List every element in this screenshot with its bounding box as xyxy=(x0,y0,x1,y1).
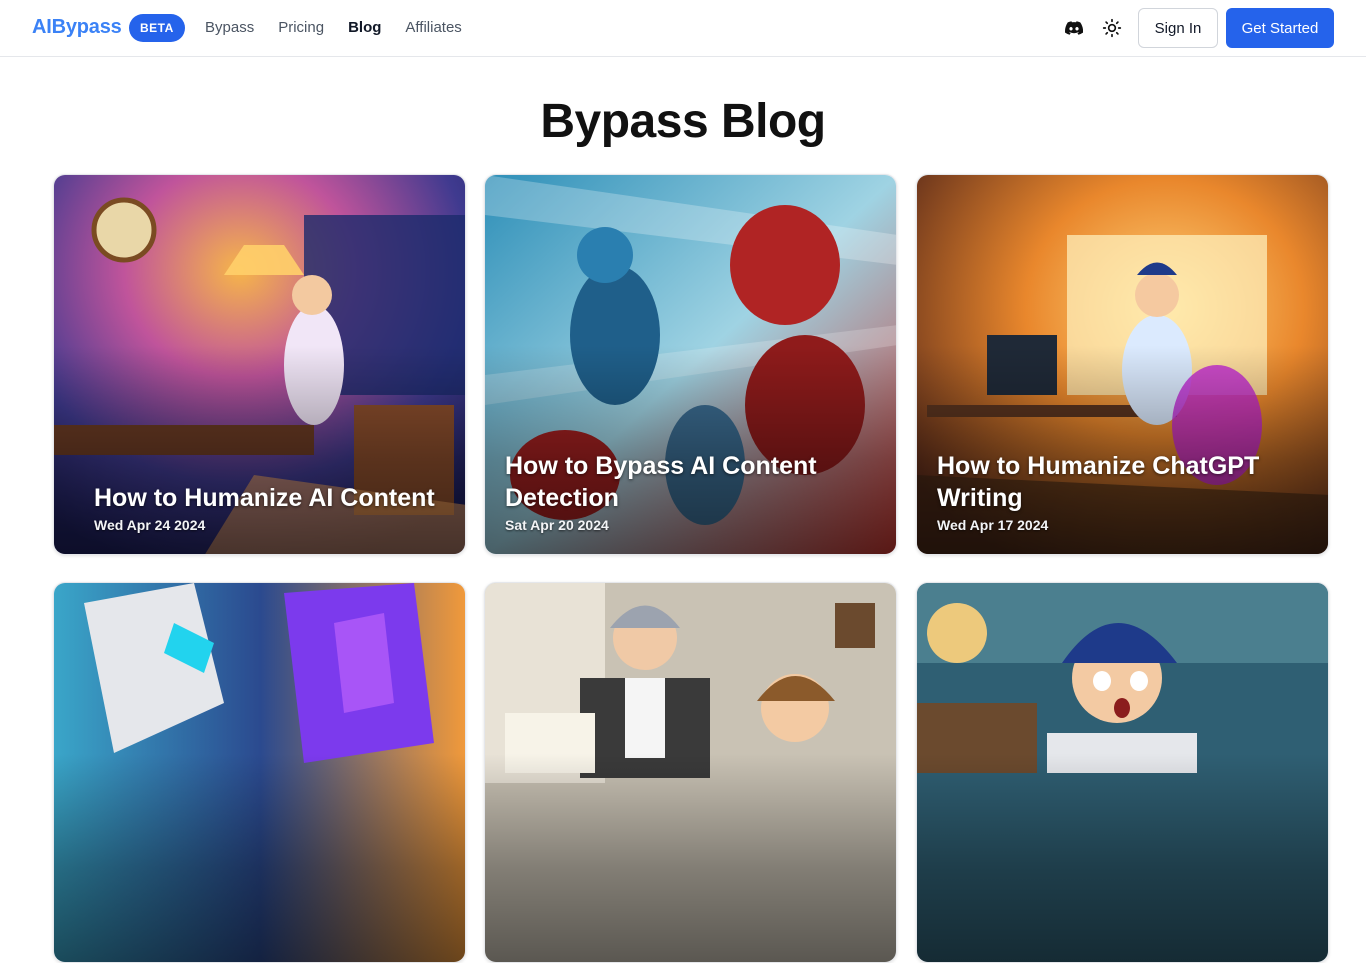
post-date: Sat Apr 20 2024 xyxy=(505,517,609,533)
post-title[interactable]: How to Humanize AI Content xyxy=(94,482,445,514)
get-started-button[interactable]: Get Started xyxy=(1226,8,1334,48)
blog-card[interactable] xyxy=(916,582,1329,963)
nav-link-affiliates[interactable]: Affiliates xyxy=(405,19,461,36)
blog-card[interactable]: How to Humanize ChatGPT Writing Wed Apr … xyxy=(916,174,1329,555)
page-title: Bypass Blog xyxy=(540,95,826,148)
blog-card[interactable]: How to Bypass AI Content Detection Sat A… xyxy=(484,174,897,555)
blog-card[interactable]: How to Humanize AI Content Wed Apr 24 20… xyxy=(53,174,466,555)
sun-icon[interactable] xyxy=(1100,16,1124,40)
post-date: Wed Apr 17 2024 xyxy=(937,517,1049,533)
beta-badge: BETA xyxy=(129,14,185,42)
logo[interactable]: AIBypass xyxy=(32,16,122,39)
post-title[interactable]: How to Bypass AI Content Detection xyxy=(505,450,876,514)
nav-link-pricing[interactable]: Pricing xyxy=(278,19,324,36)
top-nav-bar: AIBypass BETA Bypass Pricing Blog Affili… xyxy=(0,0,1366,57)
nav-link-blog[interactable]: Blog xyxy=(348,19,381,36)
blog-card[interactable] xyxy=(484,582,897,963)
blog-card[interactable] xyxy=(53,582,466,963)
sign-in-button[interactable]: Sign In xyxy=(1138,8,1218,48)
main-nav: Bypass Pricing Blog Affiliates xyxy=(205,19,462,36)
post-title[interactable]: How to Humanize ChatGPT Writing xyxy=(937,450,1308,514)
nav-link-bypass[interactable]: Bypass xyxy=(205,19,254,36)
post-date: Wed Apr 24 2024 xyxy=(94,517,206,533)
discord-icon[interactable] xyxy=(1062,16,1086,40)
